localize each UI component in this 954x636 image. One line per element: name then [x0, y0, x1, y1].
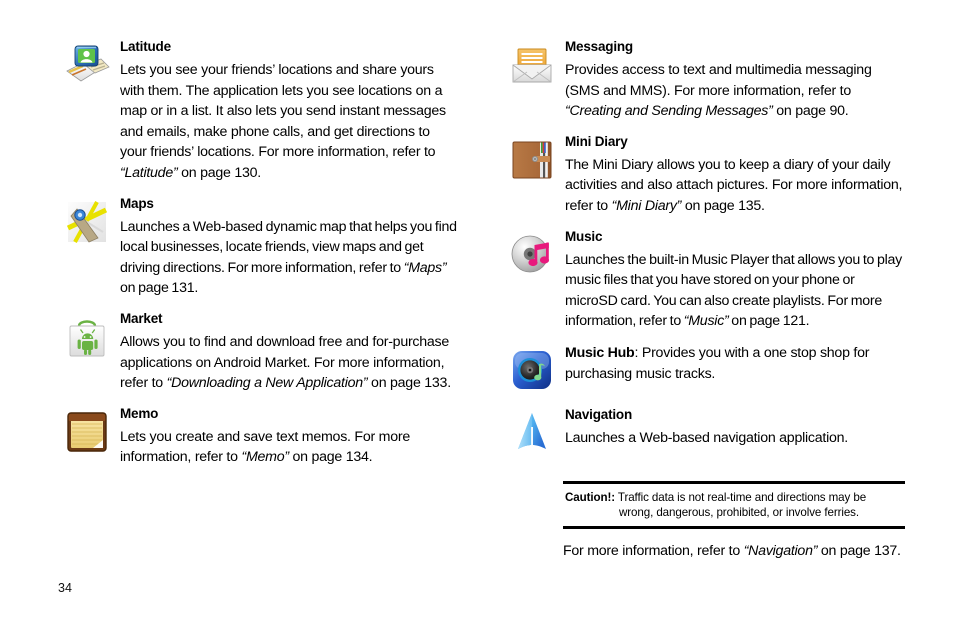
entry-mini-diary: Mini Diary The Mini Diary allows you to …	[505, 133, 905, 217]
navigation-ref-before: For more information, refer to	[563, 543, 744, 559]
navigation-reference: For more information, refer to “Navigati…	[563, 541, 923, 562]
navigation-icon	[508, 409, 556, 457]
mini-diary-icon	[508, 136, 556, 184]
entry-navigation: Navigation Launches a Web-based navigati…	[505, 406, 905, 458]
memo-icon	[63, 408, 111, 456]
navigation-ref-after: on page 137.	[817, 543, 901, 559]
document-page: Latitude Lets you see your friends’ loca…	[0, 0, 954, 636]
messaging-icon	[508, 41, 556, 89]
caution-note: Caution!: Traffic data is not real-time …	[563, 481, 905, 529]
entry-body: Provides access to text and multimedia m…	[565, 62, 872, 120]
entry-body: Launches the built-in Music Player that …	[565, 251, 903, 330]
entry-body: Lets you create and save text memos. For…	[120, 428, 410, 466]
entry-market: Market Allows you to find and download f…	[60, 310, 460, 394]
entry-maps: Maps Launches a Web-based dynamic map th…	[60, 195, 460, 299]
music-icon	[508, 231, 556, 279]
right-column: Messaging Provides access to text and mu…	[505, 38, 905, 469]
entry-body: Launches a Web-based navigation applicat…	[565, 429, 848, 446]
entry-title: Market	[120, 310, 163, 326]
entry-messaging: Messaging Provides access to text and mu…	[505, 38, 905, 122]
entry-title: Maps	[120, 195, 154, 211]
latitude-icon	[63, 41, 111, 89]
entry-title: Latitude	[120, 39, 171, 54]
entry-music: Music Launches the built-in Music Player…	[505, 228, 905, 332]
navigation-ref-title: “Navigation”	[743, 543, 818, 559]
caution-line2-text: wrong, dangerous, prohibited, or involve…	[619, 506, 859, 519]
entry-body: Launches a Web-based dynamic map that he…	[120, 218, 457, 297]
entry-memo: Memo Lets you create and save text memos…	[60, 405, 460, 468]
entry-body: Allows you to find and download free and…	[120, 333, 451, 392]
entry-title: Mini Diary	[565, 133, 628, 149]
note-line-1: Caution!: Traffic data is not real-time …	[565, 490, 903, 505]
entry-latitude: Latitude Lets you see your friends’ loca…	[60, 38, 460, 184]
caution-line1-text: Traffic data is not real-time and direct…	[614, 491, 867, 504]
note-rule-bottom	[563, 526, 905, 529]
page-number: 34	[58, 581, 72, 595]
caution-label: Caution!:	[565, 491, 615, 504]
entry-body: The Mini Diary allows you to keep a diar…	[565, 156, 903, 214]
entry-body: Lets you see your friends’ locations and…	[120, 62, 446, 181]
note-text: Caution!: Traffic data is not real-time …	[563, 484, 905, 526]
entry-title: Messaging	[565, 39, 633, 54]
maps-icon	[63, 198, 111, 246]
entry-body: Music Hub: Provides you with a one stop …	[565, 344, 870, 382]
entry-title: Music	[565, 228, 603, 244]
market-icon	[63, 313, 111, 361]
music-hub-icon	[508, 346, 556, 394]
entry-music-hub: Music Hub: Provides you with a one stop …	[505, 343, 905, 395]
entry-title: Memo	[120, 405, 159, 421]
left-column: Latitude Lets you see your friends’ loca…	[60, 38, 460, 479]
entry-title: Navigation	[565, 406, 633, 422]
